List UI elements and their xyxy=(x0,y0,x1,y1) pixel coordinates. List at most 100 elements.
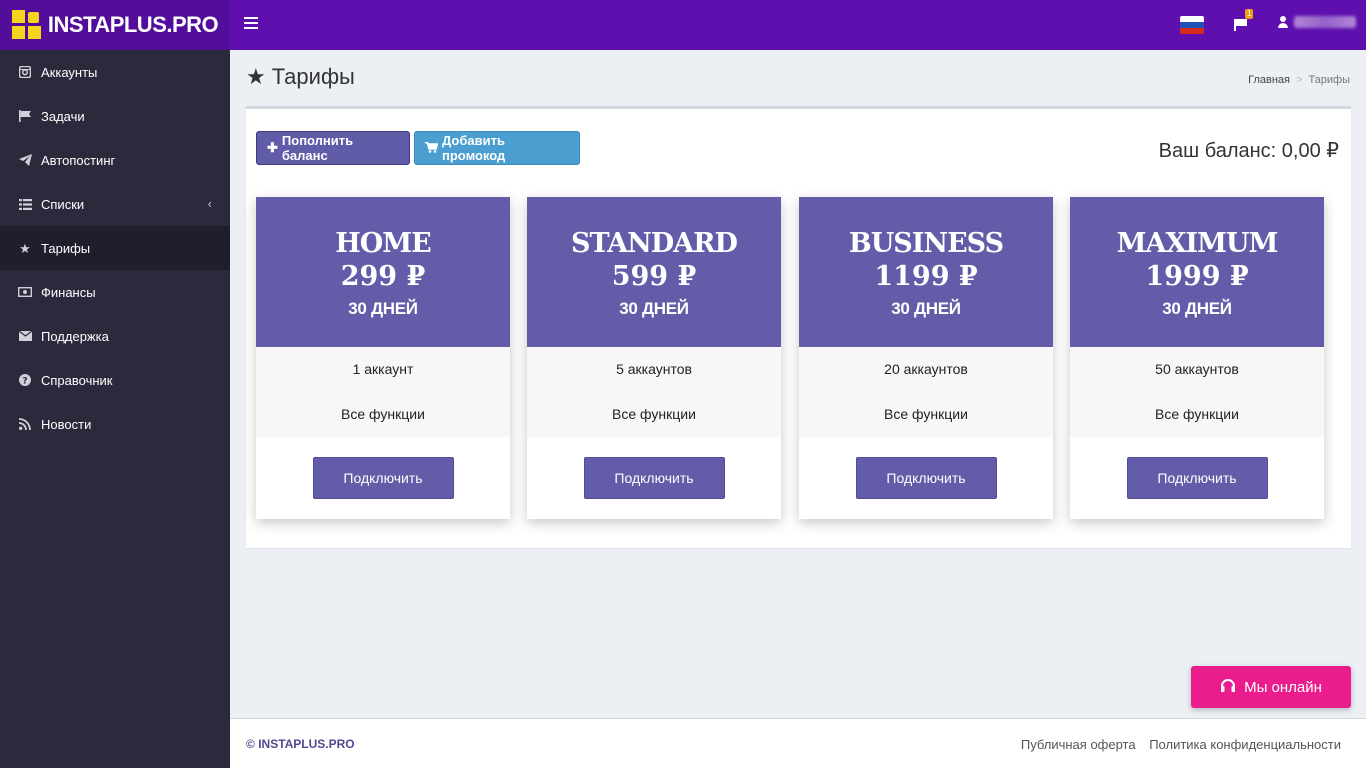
plan-card-standard: STANDARD 599 ₽ 30 ДНЕЙ 5 аккаунтов Все ф… xyxy=(527,197,781,519)
plan-features: 20 аккаунтов Все функции xyxy=(799,347,1053,437)
sidebar-item-label: Задачи xyxy=(41,108,85,124)
sidebar-item-label: Справочник xyxy=(41,372,113,388)
plan-accounts: 1 аккаунт xyxy=(352,361,414,377)
sidebar-item-label: Аккаунты xyxy=(41,64,98,80)
breadcrumb-separator: > xyxy=(1296,74,1303,86)
rss-icon xyxy=(18,417,32,431)
footer: © INSTAPLUS.PRO Публичная оферта Политик… xyxy=(230,718,1366,768)
plan-card-maximum: MAXIMUM 1999 ₽ 30 ДНЕЙ 50 аккаунтов Все … xyxy=(1070,197,1324,519)
sidebar-item-accounts[interactable]: Аккаунты xyxy=(0,50,230,94)
plan-accounts: 50 аккаунтов xyxy=(1155,361,1239,377)
sidebar: Аккаунты Задачи Автопостинг Списки ‹ ★ Т… xyxy=(0,50,230,768)
logo-text: INSTAPLUS.PRO xyxy=(47,12,219,37)
plan-duration: 30 ДНЕЙ xyxy=(348,299,418,318)
plan-functions: Все функции xyxy=(612,406,696,422)
sidebar-item-label: Поддержка xyxy=(41,328,109,344)
svg-text:?: ? xyxy=(22,376,27,386)
plan-price: 1999 ₽ xyxy=(1145,261,1249,292)
sidebar-item-autoposting[interactable]: Автопостинг xyxy=(0,138,230,182)
plan-name: HOME xyxy=(335,228,432,259)
user-icon xyxy=(1278,16,1288,28)
user-menu[interactable] xyxy=(1278,16,1356,28)
sidebar-toggle-icon[interactable] xyxy=(244,17,258,31)
plan-header: HOME 299 ₽ 30 ДНЕЙ xyxy=(256,197,510,347)
topup-balance-button[interactable]: ✚ Пополнить баланс xyxy=(256,131,410,165)
breadcrumb-home-link[interactable]: Главная xyxy=(1248,74,1290,86)
add-promocode-label: Добавить промокод xyxy=(442,133,506,163)
subscribe-button[interactable]: Подключить xyxy=(583,457,725,499)
plan-price: 599 ₽ xyxy=(611,261,697,292)
plan-features: 5 аккаунтов Все функции xyxy=(527,347,781,437)
logo-icon xyxy=(11,10,42,40)
topup-balance-label: Пополнить баланс xyxy=(281,133,354,163)
notifications-flag-icon[interactable]: 1 xyxy=(1234,9,1254,33)
plan-header: MAXIMUM 1999 ₽ 30 ДНЕЙ xyxy=(1070,197,1324,347)
breadcrumb: Главная > Тарифы xyxy=(1248,74,1350,86)
plan-duration: 30 ДНЕЙ xyxy=(1162,299,1232,318)
sidebar-item-tariffs[interactable]: ★ Тарифы xyxy=(0,226,230,270)
sidebar-item-news[interactable]: Новости xyxy=(0,402,230,446)
subscribe-button[interactable]: Подключить xyxy=(1126,457,1268,499)
cart-icon xyxy=(425,141,439,156)
star-icon: ★ xyxy=(19,240,31,256)
plan-name: STANDARD xyxy=(571,228,738,259)
plan-card-home: HOME 299 ₽ 30 ДНЕЙ 1 аккаунт Все функции… xyxy=(256,197,510,519)
plan-features: 50 аккаунтов Все функции xyxy=(1070,347,1324,437)
subscribe-button[interactable]: Подключить xyxy=(855,457,997,499)
headphones-icon xyxy=(1220,678,1236,696)
language-flag-icon[interactable] xyxy=(1180,16,1204,34)
envelope-icon xyxy=(18,329,32,343)
copyright-symbol: © xyxy=(246,737,255,751)
privacy-policy-link[interactable]: Политика конфиденциальности xyxy=(1149,737,1341,752)
plan-price: 1199 ₽ xyxy=(874,261,978,292)
sidebar-item-reference[interactable]: ? Справочник xyxy=(0,358,230,402)
plan-card-business: BUSINESS 1199 ₽ 30 ДНЕЙ 20 аккаунтов Все… xyxy=(799,197,1053,519)
plan-name: MAXIMUM xyxy=(1116,228,1279,259)
sidebar-item-support[interactable]: Поддержка xyxy=(0,314,230,358)
online-chat-button[interactable]: Мы онлайн xyxy=(1191,666,1351,708)
chevron-left-icon: ‹ xyxy=(207,196,212,211)
plan-header: BUSINESS 1199 ₽ 30 ДНЕЙ xyxy=(799,197,1053,347)
footer-links: Публичная оферта Политика конфиденциальн… xyxy=(1011,737,1341,752)
plan-footer: Подключить xyxy=(527,437,781,519)
plus-icon: ✚ xyxy=(267,140,278,155)
plan-footer: Подключить xyxy=(256,437,510,519)
list-icon xyxy=(18,197,32,211)
plan-accounts: 5 аккаунтов xyxy=(616,361,692,377)
plan-name: BUSINESS xyxy=(848,228,1004,259)
public-offer-link[interactable]: Публичная оферта xyxy=(1021,737,1136,752)
star-icon: ★ xyxy=(246,64,266,89)
top-navbar: INSTAPLUS.PRO 1 xyxy=(0,0,1366,50)
plan-features: 1 аккаунт Все функции xyxy=(256,347,510,437)
sidebar-item-label: Тарифы xyxy=(41,240,91,256)
plan-functions: Все функции xyxy=(884,406,968,422)
instagram-icon xyxy=(18,65,32,79)
plan-functions: Все функции xyxy=(1155,406,1239,422)
add-promocode-button[interactable]: Добавить промокод xyxy=(414,131,580,165)
sidebar-item-label: Автопостинг xyxy=(41,152,116,168)
breadcrumb-current: Тарифы xyxy=(1308,74,1350,86)
sidebar-item-tasks[interactable]: Задачи xyxy=(0,94,230,138)
plan-footer: Подключить xyxy=(799,437,1053,519)
page-title: Тарифы xyxy=(271,64,355,89)
notifications-badge: 1 xyxy=(1245,9,1254,19)
logo[interactable]: INSTAPLUS.PRO xyxy=(0,0,230,50)
money-icon xyxy=(18,285,32,299)
sidebar-item-label: Новости xyxy=(41,416,92,432)
sidebar-item-label: Списки xyxy=(41,196,85,212)
plan-accounts: 20 аккаунтов xyxy=(884,361,968,377)
sidebar-item-finances[interactable]: Финансы xyxy=(0,270,230,314)
plan-header: STANDARD 599 ₽ 30 ДНЕЙ xyxy=(527,197,781,347)
user-name-blurred xyxy=(1294,16,1356,28)
sidebar-item-label: Финансы xyxy=(41,284,96,300)
online-chat-label: Мы онлайн xyxy=(1244,678,1322,696)
plan-functions: Все функции xyxy=(341,406,425,422)
page-header: ★ Тарифы xyxy=(246,64,355,90)
flag-icon xyxy=(18,109,32,123)
plan-duration: 30 ДНЕЙ xyxy=(619,299,689,318)
copyright: © INSTAPLUS.PRO xyxy=(246,737,355,751)
copyright-brand-link[interactable]: INSTAPLUS.PRO xyxy=(258,737,354,751)
plan-duration: 30 ДНЕЙ xyxy=(891,299,961,318)
subscribe-button[interactable]: Подключить xyxy=(312,457,454,499)
sidebar-item-lists[interactable]: Списки ‹ xyxy=(0,182,230,226)
